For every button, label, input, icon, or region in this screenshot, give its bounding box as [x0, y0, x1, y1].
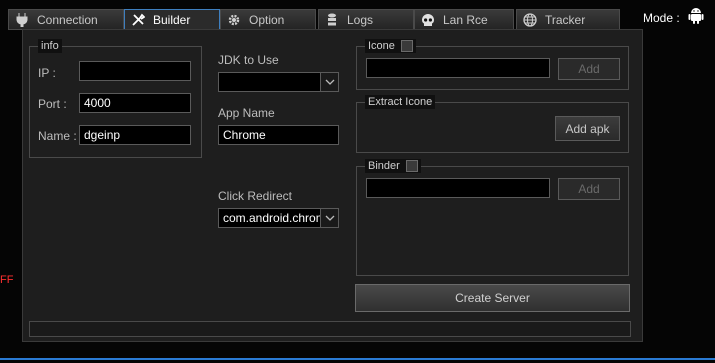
icone-add-button[interactable]: Add	[558, 58, 620, 80]
create-server-button[interactable]: Create Server	[355, 284, 630, 312]
ip-label: IP :	[38, 66, 56, 80]
tab-label: Lan Rce	[443, 12, 488, 27]
extract-icone-legend: Extract Icone	[365, 95, 436, 109]
icone-path-field[interactable]	[366, 58, 550, 78]
add-apk-button[interactable]: Add apk	[555, 116, 620, 141]
plug-icon	[15, 12, 29, 27]
click-redirect-value: com.android.chrome	[223, 211, 333, 225]
app-window: FF Connection Builder Option Logs Lan Rc…	[0, 0, 715, 363]
binder-legend-text: Binder	[368, 160, 400, 172]
info-legend-text: info	[41, 40, 59, 52]
tab-lan-rce[interactable]: Lan Rce	[414, 9, 514, 30]
left-edge-text: FF	[0, 274, 14, 286]
mode-label: Mode :	[643, 10, 680, 25]
tab-label: Logs	[347, 12, 374, 27]
binder-checkbox[interactable]	[405, 160, 418, 172]
build-progress-bar	[29, 321, 631, 337]
mode-indicator: Mode :	[643, 7, 704, 28]
ip-field[interactable]	[79, 61, 191, 81]
app-name-field[interactable]: Chrome	[218, 125, 339, 145]
gear-icon	[227, 13, 241, 27]
tab-label: Connection	[37, 12, 98, 27]
icone-legend-text: Icone	[368, 40, 395, 52]
tab-label: Tracker	[545, 12, 586, 27]
port-label: Port :	[38, 97, 67, 111]
skull-icon	[421, 13, 435, 27]
app-name-label: App Name	[218, 106, 275, 120]
name-label: Name :	[38, 129, 77, 143]
chevron-down-icon[interactable]	[320, 73, 338, 91]
tab-logs[interactable]: Logs	[318, 9, 414, 30]
extract-icone-legend-text: Extract Icone	[368, 96, 433, 108]
binder-path-field[interactable]	[366, 178, 550, 198]
jdk-select[interactable]	[218, 72, 339, 92]
tab-connection[interactable]: Connection	[8, 9, 124, 30]
tab-label: Option	[249, 12, 285, 27]
click-redirect-select[interactable]: com.android.chrome	[218, 208, 339, 228]
jdk-label: JDK to Use	[218, 53, 279, 67]
tools-icon	[131, 13, 145, 27]
icone-checkbox[interactable]	[400, 40, 413, 52]
android-icon	[688, 7, 704, 28]
tab-option[interactable]: Option	[220, 9, 316, 30]
binder-legend: Binder	[365, 159, 421, 173]
binder-add-button[interactable]: Add	[558, 178, 620, 200]
port-field[interactable]: 4000	[79, 93, 191, 113]
tab-label: Builder	[153, 13, 191, 27]
info-legend: info	[38, 39, 62, 53]
chevron-down-icon[interactable]	[320, 209, 338, 227]
globe-icon	[523, 12, 537, 27]
tab-builder[interactable]: Builder	[124, 9, 220, 31]
tab-tracker[interactable]: Tracker	[516, 9, 620, 30]
database-icon	[325, 13, 339, 27]
click-redirect-label: Click Redirect	[218, 189, 293, 203]
icone-legend: Icone	[365, 39, 416, 53]
window-bottom-border	[0, 358, 715, 360]
name-field[interactable]: dgeinp	[79, 125, 191, 145]
